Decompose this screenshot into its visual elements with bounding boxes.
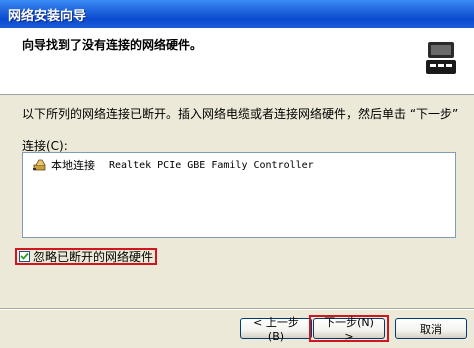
connections-list[interactable]: 本地连接 Realtek PCIe GBE Family Controller [22, 152, 456, 238]
instruction-text: 以下所列的网络连接已断开。插入网络电缆或者连接网络硬件，然后单击 “下一步” [22, 107, 459, 121]
ignore-checkbox-label: 忽略已断开的网络硬件 [33, 250, 154, 264]
list-item[interactable]: 本地连接 Realtek PCIe GBE Family Controller [33, 157, 314, 173]
connection-name: 本地连接 [51, 159, 95, 172]
connection-device: Realtek PCIe GBE Family Controller [109, 159, 314, 171]
network-connection-icon [33, 159, 46, 171]
cancel-button[interactable]: 取消 [395, 318, 467, 339]
window-title: 网络安装向导 [8, 9, 87, 24]
ignore-hardware-option[interactable]: 忽略已断开的网络硬件 [15, 248, 157, 265]
wizard-header: 向导找到了没有连接的网络硬件。 [0, 28, 474, 95]
ignore-checkbox[interactable] [19, 251, 30, 262]
footer-divider [0, 308, 474, 310]
checkmark-icon [20, 252, 29, 260]
next-button[interactable]: 下一步(N) > [313, 316, 385, 343]
back-button[interactable]: < 上一步(B) [240, 316, 312, 343]
page-heading: 向导找到了没有连接的网络硬件。 [22, 38, 203, 52]
title-bar[interactable]: 网络安装向导 [0, 0, 474, 28]
wizard-network-icon [419, 35, 463, 79]
